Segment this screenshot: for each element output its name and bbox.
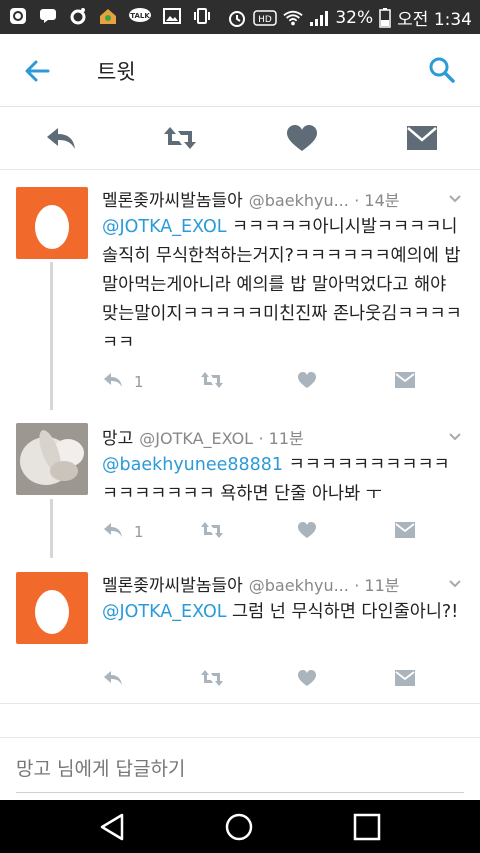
tweet-actions: 1 (102, 521, 432, 543)
timestamp: · 14분 (354, 191, 400, 210)
like-heart-icon[interactable] (285, 124, 319, 152)
user-handle: @baekhyu... (248, 191, 349, 210)
tweet-action-bar (0, 107, 480, 170)
battery-percent: 32% (335, 7, 374, 28)
divider (0, 703, 480, 704)
tweet-item[interactable]: 멜론좆까씨발놈들아 @baekhyu... · 14분 @JOTKA_EXOL ㅋ… (0, 170, 480, 410)
battery-icon (379, 7, 391, 28)
reply-count: 1 (134, 523, 144, 541)
tweet-actions (102, 669, 432, 691)
input-underline (16, 792, 464, 793)
back-nav-icon[interactable] (98, 812, 128, 842)
reply-icon[interactable] (102, 521, 124, 539)
like-heart-icon[interactable] (297, 669, 317, 687)
image-icon (162, 6, 182, 26)
user-handle: @baekhyu... (248, 576, 349, 595)
app-header: 트윗 (0, 34, 480, 107)
hd-icon: HD (253, 8, 278, 28)
status-bar: TALK HD 32% 오전 1:34 (0, 0, 480, 34)
display-name[interactable]: 멜론좆까씨발놈들아 (102, 191, 243, 211)
thread-line (50, 262, 53, 410)
reply-icon[interactable] (44, 124, 78, 152)
android-nav-bar (0, 800, 480, 853)
home-nav-icon[interactable] (224, 812, 254, 842)
search-icon[interactable] (428, 56, 456, 84)
avatar[interactable] (16, 423, 88, 495)
retweet-icon[interactable] (162, 124, 198, 152)
rabbit-photo-avatar (16, 423, 88, 495)
direct-message-icon[interactable] (394, 371, 416, 389)
recent-apps-icon[interactable] (352, 812, 382, 842)
timestamp: · 11분 (354, 576, 400, 595)
avatar[interactable] (16, 187, 88, 259)
chevron-down-icon[interactable] (448, 192, 462, 206)
page-title: 트윗 (97, 60, 136, 84)
user-handle: @JOTKA_EXOL (139, 429, 254, 448)
mention-link[interactable]: @JOTKA_EXOL (102, 602, 226, 622)
reply-icon[interactable] (102, 371, 124, 389)
app-icon (8, 6, 28, 26)
reply-input[interactable]: 망고 님에게 답글하기 (16, 754, 185, 781)
reply-icon[interactable] (102, 669, 124, 687)
tweet-item[interactable]: 멜론좆까씨발놈들아 @baekhyu... · 11분 @JOTKA_EXOL 그… (0, 558, 480, 703)
reply-composer: 망고 님에게 답글하기 (0, 737, 480, 800)
tweet-text: @JOTKA_EXOL 그럼 넌 무식하면 다인줄아니?! (102, 598, 464, 627)
tweet-item[interactable]: 망고 @JOTKA_EXOL · 11분 @baekhyunee88881 ㅋㅋㅋ… (0, 410, 480, 558)
timestamp: · 11분 (258, 429, 304, 448)
tweet-body: 그럼 넌 무식하면 다인줄아니?! (226, 602, 459, 622)
avatar[interactable] (16, 572, 88, 644)
reply-count: 1 (134, 373, 144, 391)
direct-message-icon[interactable] (394, 521, 416, 539)
egg-avatar-icon (35, 205, 69, 249)
vibrate-icon (192, 6, 212, 26)
retweet-icon[interactable] (200, 521, 224, 539)
hd-label: HD (258, 15, 272, 25)
tweet-actions: 1 (102, 371, 432, 393)
chevron-down-icon[interactable] (448, 577, 462, 591)
egg-avatar-icon (35, 590, 69, 634)
talk-label: TALK (130, 12, 150, 20)
tweet-text: @baekhyunee88881 ㅋㅋㅋㅋㅋㅋㅋㅋㅋㅋㅋㅋㅋㅋㅋㅋㅋ 욕하면 단… (102, 451, 464, 509)
alarm-icon (227, 8, 247, 28)
tweet-body: ㅋㅋㅋㅋㅋ아니시발ㅋㅋㅋㅋ니솔직히 무식한척하는거지?ㅋㅋㅋㅋㅋㅋ예의에 밥말아… (102, 217, 462, 353)
retweet-icon[interactable] (200, 669, 224, 687)
wifi-icon (283, 8, 304, 28)
display-name[interactable]: 망고 (102, 429, 133, 449)
direct-message-icon[interactable] (405, 124, 439, 152)
chevron-down-icon[interactable] (448, 430, 462, 444)
clock: 오전 1:34 (397, 10, 472, 30)
retweet-icon[interactable] (200, 371, 224, 389)
mention-link[interactable]: @baekhyunee88881 (102, 455, 283, 475)
mention-link[interactable]: @JOTKA_EXOL (102, 217, 226, 237)
like-heart-icon[interactable] (297, 371, 317, 389)
tweet-text: @JOTKA_EXOL ㅋㅋㅋㅋㅋ아니시발ㅋㅋㅋㅋ니솔직히 무식한척하는거지?ㅋ… (102, 213, 464, 358)
display-name[interactable]: 멜론좆까씨발놈들아 (102, 576, 243, 596)
message-icon (38, 6, 58, 26)
kakaotalk-icon: TALK (128, 6, 152, 26)
signal-icon (309, 8, 329, 28)
thread-line (50, 499, 53, 558)
like-heart-icon[interactable] (297, 521, 317, 539)
home-app-icon (98, 6, 118, 26)
notification-icon (68, 6, 88, 26)
direct-message-icon[interactable] (394, 669, 416, 687)
back-arrow-icon[interactable] (22, 56, 52, 86)
